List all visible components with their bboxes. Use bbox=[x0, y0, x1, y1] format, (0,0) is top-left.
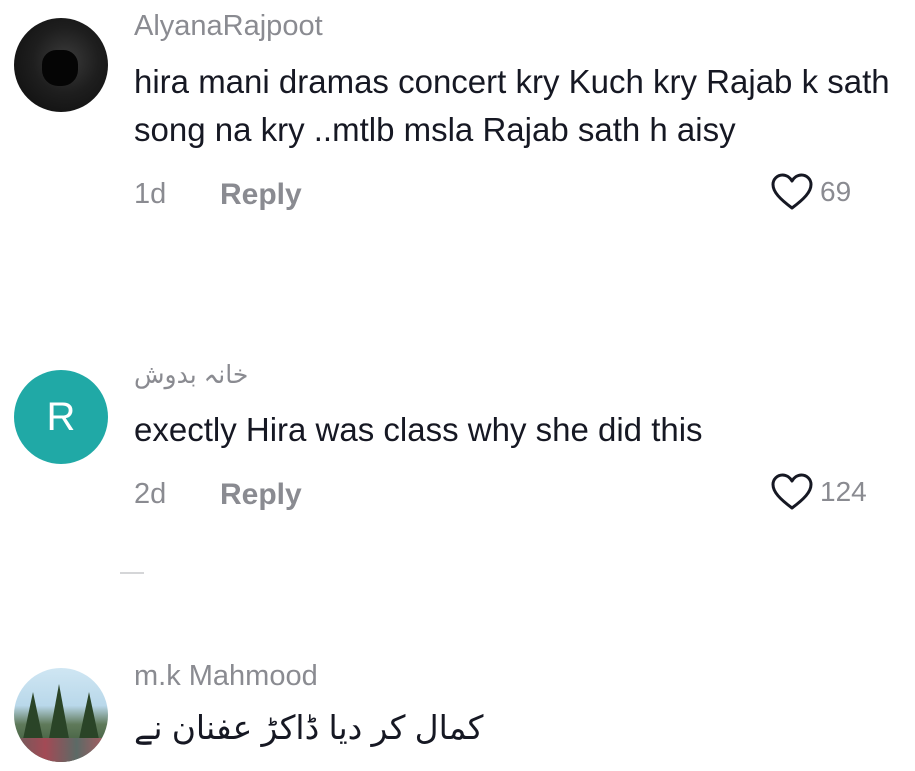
comment-username[interactable]: m.k Mahmood bbox=[134, 660, 318, 693]
comment-text: hira mani dramas concert kry Kuch kry Ra… bbox=[134, 63, 890, 148]
replies-divider bbox=[120, 572, 144, 574]
comment-time: 1d bbox=[134, 178, 167, 210]
comment-meta: 2d Reply 124 bbox=[134, 473, 894, 518]
like-count: 69 bbox=[820, 176, 852, 207]
user-avatar[interactable] bbox=[14, 18, 108, 112]
crowd-area bbox=[14, 738, 108, 762]
like-count: 124 bbox=[820, 476, 867, 507]
heart-outline-icon bbox=[771, 173, 813, 210]
like-button[interactable]: 69 bbox=[770, 172, 851, 212]
masked-person-icon bbox=[42, 50, 78, 86]
comment-text: exectly Hira was class why she did this bbox=[134, 411, 703, 448]
comment-username[interactable]: خانہ بدوش bbox=[134, 360, 248, 390]
like-button[interactable]: 124 bbox=[770, 472, 867, 512]
reply-button[interactable]: Reply bbox=[220, 178, 302, 212]
tree-icon bbox=[22, 692, 44, 744]
tree-icon bbox=[48, 684, 70, 744]
comment-meta: 1d Reply 69 bbox=[134, 173, 894, 218]
comment-username[interactable]: AlyanaRajpoot bbox=[134, 10, 323, 43]
user-avatar[interactable]: R bbox=[14, 370, 108, 464]
tree-icon bbox=[78, 692, 100, 744]
heart-outline-icon bbox=[771, 473, 813, 510]
reply-button[interactable]: Reply bbox=[220, 478, 302, 512]
comment-time: 2d bbox=[134, 478, 167, 510]
comment-text: کمال کر دیا ڈاکڑ عفنان نے bbox=[134, 709, 484, 746]
avatar-letter: R bbox=[46, 394, 76, 439]
user-avatar[interactable] bbox=[14, 668, 108, 762]
